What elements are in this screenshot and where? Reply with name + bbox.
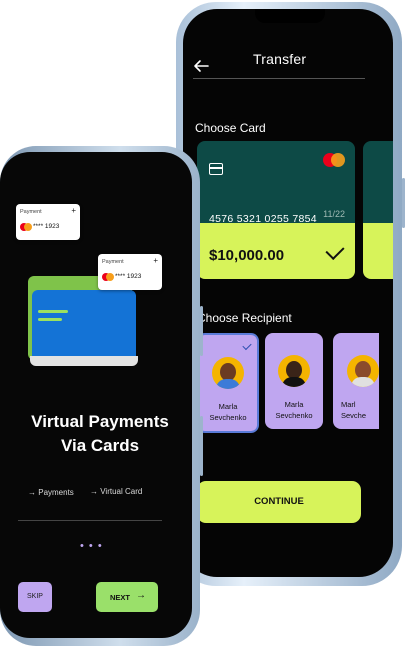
- recipient-name: Marla Sevchenko: [275, 400, 313, 420]
- recipient-card[interactable]: Marla Sevchenko: [197, 333, 259, 433]
- continue-button[interactable]: CONTINUE: [197, 481, 361, 523]
- plus-icon: +: [153, 256, 158, 265]
- masked-card-number: **** 1923: [33, 223, 60, 230]
- payment-mini-card: Payment + **** 1923: [16, 204, 80, 240]
- divider: [18, 520, 162, 521]
- divider: [193, 78, 365, 79]
- pager-dots: • • •: [80, 540, 103, 552]
- power-button: [402, 178, 405, 228]
- page-title: Transfer: [253, 51, 307, 67]
- onboarding-screen: Payment + **** 1923 Payment + **** 1923 …: [0, 152, 192, 638]
- payment-label: Payment: [20, 209, 42, 215]
- link-virtual-card[interactable]: → Virtual Card: [90, 487, 142, 496]
- avatar: [212, 357, 244, 389]
- payment-label: Payment: [102, 259, 124, 265]
- link-payments[interactable]: → Payments: [28, 488, 74, 497]
- recipient-card[interactable]: Marla Sevchenko: [265, 333, 323, 429]
- recipient-name: Marla Sevchenko: [209, 402, 247, 422]
- arrow-right-icon: →: [28, 488, 39, 497]
- payment-mini-card: Payment + **** 1923: [98, 254, 162, 290]
- arrow-right-icon: →: [90, 487, 101, 496]
- card-expiry: 11/22: [323, 209, 345, 219]
- payment-card-next[interactable]: [363, 141, 393, 279]
- card-face: 4576 5321 0255 7854 11/22: [197, 141, 355, 225]
- side-button: [200, 416, 203, 476]
- avatar: [278, 355, 310, 387]
- check-icon: [325, 240, 345, 261]
- mastercard-logo-icon: [323, 153, 345, 167]
- back-arrow-icon[interactable]: [193, 59, 209, 73]
- mastercard-logo-icon: [20, 223, 32, 231]
- masked-card-number: **** 1923: [115, 273, 142, 280]
- card-balance: $10,000.00: [209, 247, 285, 264]
- recipient-card[interactable]: Marl Sevche: [333, 333, 379, 429]
- recipient-name: Marl Sevche: [341, 400, 367, 420]
- plus-icon: +: [71, 206, 76, 215]
- payment-card[interactable]: 4576 5321 0255 7854 11/22 $10,000.00: [197, 141, 355, 279]
- headline: Virtual Payments Via Cards: [31, 412, 169, 455]
- phone-onboarding: Payment + **** 1923 Payment + **** 1923 …: [0, 146, 203, 646]
- mastercard-logo-icon: [102, 273, 114, 281]
- check-icon: [242, 340, 252, 351]
- next-label: NEXT: [110, 593, 131, 602]
- next-button[interactable]: NEXT →: [96, 582, 158, 612]
- phone-transfer: Transfer Choose Card 4576 5321 0255 7854…: [173, 2, 405, 586]
- skip-button[interactable]: SKIP: [18, 582, 52, 612]
- power-button: [200, 306, 203, 356]
- card-icon: [209, 163, 223, 175]
- avatar: [347, 355, 379, 387]
- transfer-header: Transfer: [183, 41, 393, 81]
- card-balance-strip: $10,000.00: [197, 223, 355, 279]
- choose-card-heading: Choose Card: [195, 121, 266, 135]
- notch: [255, 9, 325, 23]
- arrow-right-icon: →: [136, 590, 146, 601]
- transfer-screen: Transfer Choose Card 4576 5321 0255 7854…: [183, 9, 393, 577]
- choose-recipient-heading: Choose Recipient: [197, 311, 292, 325]
